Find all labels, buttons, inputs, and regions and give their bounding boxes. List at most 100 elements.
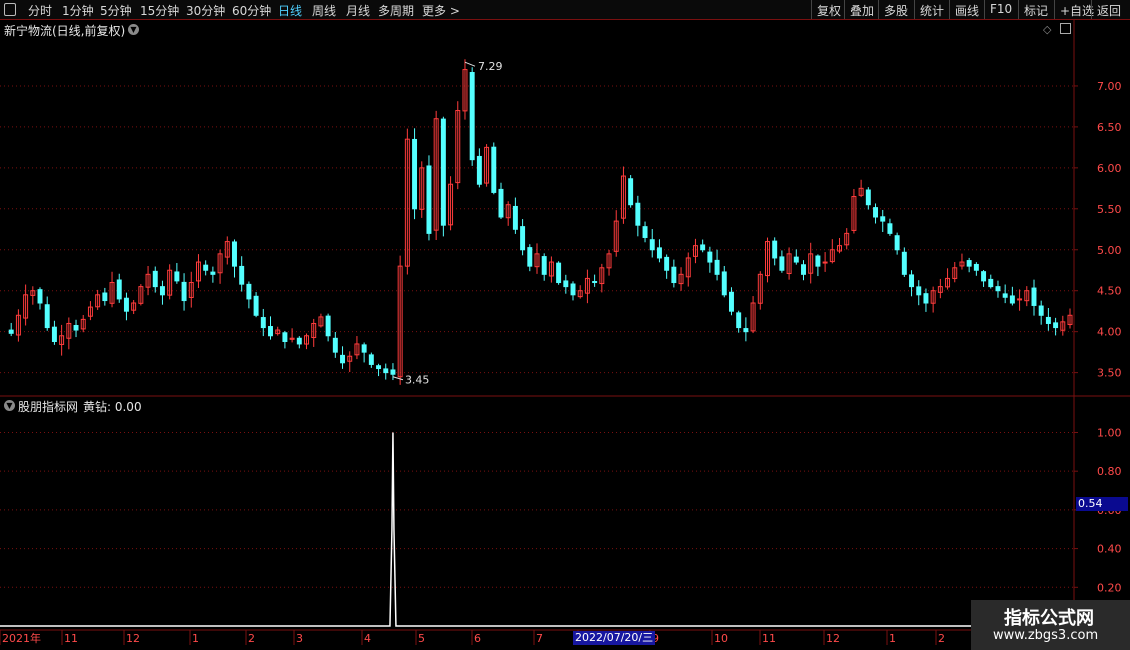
candle-body — [700, 244, 706, 251]
candle-body — [527, 247, 533, 267]
candle-body — [973, 263, 979, 271]
price-tick-label: 6.50 — [1097, 121, 1122, 134]
candle-body — [995, 286, 1001, 292]
candle-body — [1045, 316, 1051, 324]
candle-body — [376, 365, 382, 370]
candle-body — [656, 247, 662, 259]
candle-body — [512, 205, 518, 230]
candle-body — [865, 189, 871, 206]
candle-body — [966, 260, 972, 267]
candle-body — [498, 188, 504, 218]
candle-body — [707, 251, 713, 263]
candle-body — [556, 262, 562, 284]
candle-body — [152, 270, 158, 288]
price-tick-label: 6.00 — [1097, 162, 1122, 175]
time-tick-label: 5 — [418, 632, 425, 645]
candle-body — [268, 326, 273, 337]
time-tick-label: 4 — [364, 632, 371, 645]
candle-body — [563, 280, 569, 288]
candle-body — [736, 312, 742, 329]
candle-body — [721, 271, 727, 296]
candle-body — [1009, 295, 1015, 304]
candle-body — [1002, 293, 1008, 298]
candle-body — [476, 155, 482, 185]
candle-body — [239, 265, 245, 285]
candle-body — [383, 368, 389, 374]
candle-body — [253, 295, 259, 316]
indicator-tick-label: 1.00 — [1097, 426, 1122, 439]
price-tick-label: 5.00 — [1097, 244, 1122, 257]
candle-body — [332, 337, 338, 353]
time-tick-label: 2 — [938, 632, 945, 645]
candle-body — [520, 226, 526, 251]
stock-chart-svg[interactable]: 3.50 4.00 4.50 5.00 5.50 6.00 6.50 7.00 7.29 3.45… — [0, 0, 1130, 650]
candle-body — [743, 328, 749, 333]
candle-body — [123, 297, 129, 312]
time-tick-label: 3 — [296, 632, 303, 645]
candle-body — [469, 72, 475, 161]
candle-body — [44, 304, 50, 329]
candle-body — [772, 240, 778, 259]
time-tick-label: 1 — [192, 632, 199, 645]
candle-body — [102, 292, 108, 302]
candle-body — [714, 259, 720, 275]
candle-body — [649, 239, 655, 251]
candle-body — [246, 283, 252, 300]
price-tick-label: 4.00 — [1097, 326, 1122, 339]
candle-body — [1038, 305, 1044, 316]
candle-body — [1053, 322, 1059, 329]
candle-body — [909, 274, 915, 288]
candle-body — [340, 354, 346, 364]
price-tick-label: 7.00 — [1097, 80, 1122, 93]
candle-body — [815, 255, 821, 267]
indicator-tick-label: 0.80 — [1097, 465, 1122, 478]
candle-body — [203, 264, 209, 271]
candle-body — [426, 165, 432, 234]
time-tick-label: 6 — [474, 632, 481, 645]
candle-body — [325, 315, 331, 337]
candle-body — [181, 281, 187, 302]
candle-body — [728, 291, 734, 312]
candle-body — [592, 281, 598, 284]
price-tick-label: 4.50 — [1097, 285, 1122, 298]
crosshair-value-badge: 0.54 — [1076, 497, 1128, 511]
candle-body — [51, 326, 57, 342]
watermark-url: www.zbgs3.com — [993, 628, 1099, 643]
crosshair-date-label: 2022/07/20/三 — [573, 631, 656, 645]
price-tick-label: 3.50 — [1097, 367, 1122, 380]
candle-body — [368, 354, 374, 365]
candle-body — [73, 325, 79, 331]
candle-body — [541, 256, 547, 275]
candle-body — [793, 256, 799, 263]
time-tick-label: 1 — [889, 632, 896, 645]
candle-body — [232, 241, 237, 267]
candle-body — [116, 279, 122, 300]
candle-body — [8, 329, 14, 334]
candle-body — [880, 216, 886, 222]
candle-body — [491, 146, 497, 193]
time-tick-label: 7 — [536, 632, 543, 645]
price-tick-label: 5.50 — [1097, 203, 1122, 216]
candle-body — [981, 271, 987, 282]
indicator-tick-label: 0.20 — [1097, 581, 1122, 594]
candle-body — [210, 271, 216, 275]
candle-body — [159, 286, 165, 296]
time-tick-label: 2021年 — [2, 631, 41, 645]
indicator-tick-label: 0.40 — [1097, 543, 1122, 556]
candle-body — [923, 293, 929, 304]
candle-body — [1031, 287, 1037, 306]
candle-body — [628, 178, 634, 206]
high-marker-label: 7.29 — [478, 60, 503, 73]
candle-body — [664, 256, 670, 271]
candle-body — [260, 317, 266, 329]
candle-body — [873, 207, 879, 218]
low-marker-label: 3.45 — [405, 374, 430, 387]
candle-body — [894, 235, 900, 251]
candle-body — [779, 256, 785, 271]
candle-body — [37, 289, 43, 304]
candle-body — [822, 261, 828, 264]
stock-chart-window: { "toolbar": { "periods": ["分时","1分钟","5… — [0, 0, 1130, 650]
time-tick-label: 12 — [126, 632, 140, 645]
candle-body — [988, 278, 994, 288]
candle-body — [642, 226, 648, 238]
